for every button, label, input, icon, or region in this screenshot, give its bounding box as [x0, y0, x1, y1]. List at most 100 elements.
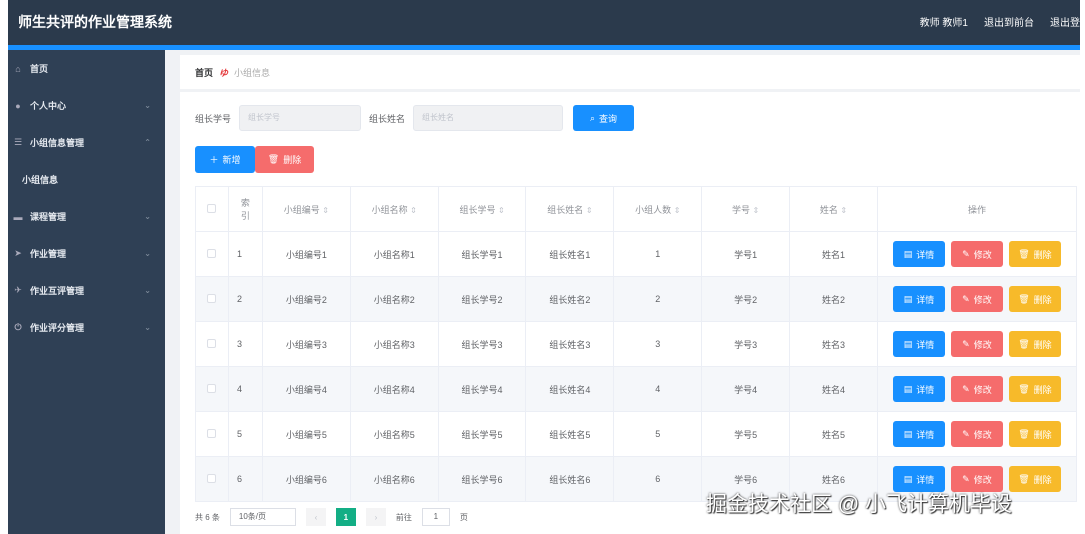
sidebar-item-4[interactable]: ▬ 课程管理 ⌄: [8, 198, 165, 235]
trash-icon: 🗑: [1018, 293, 1030, 304]
column-header[interactable]: 学号 ⇕: [701, 186, 791, 232]
detail-button[interactable]: ▤ 详情: [892, 376, 945, 402]
sort-icon[interactable]: ⇕: [840, 206, 847, 215]
main-area: 首页 ゆ 小组信息 组长学号 组长学号 组长姓名 组长姓名 ⌕ 查询 ＋新增 🗑 删…: [165, 50, 1080, 534]
sidebar-item-2[interactable]: ☰ 小组信息管理 ⌃: [8, 124, 165, 161]
logout-link[interactable]: 退出登: [1050, 14, 1080, 29]
row-checkbox[interactable]: [195, 231, 229, 277]
table-cell: 6: [227, 456, 263, 502]
delete-button[interactable]: 🗑 删除: [1008, 286, 1061, 312]
table-cell: 小组编号3: [261, 321, 351, 367]
row-checkbox[interactable]: [195, 276, 229, 322]
page-size-select[interactable]: 10条/页: [229, 508, 296, 526]
sidebar-item-1[interactable]: ● 个人中心 ⌄: [8, 87, 165, 124]
column-header[interactable]: 组长学号 ⇕: [437, 186, 527, 232]
column-header[interactable]: 小组编号 ⇕: [261, 186, 351, 232]
sort-icon[interactable]: ⇕: [322, 206, 329, 215]
column-header[interactable]: 组长姓名 ⇕: [525, 186, 615, 232]
column-header: 索引: [227, 186, 263, 232]
sort-icon[interactable]: ⇕: [410, 206, 417, 215]
sidebar: ⌂ 首页 ● 个人中心 ⌄ ☰ 小组信息管理 ⌃ 小组信息 ▬ 课程管理 ⌄ ➤ 作业管理 ⌄ ✈ 作业互评管理…: [8, 50, 165, 534]
chevron-icon: ⌄: [144, 249, 151, 258]
list-icon: ☰: [13, 137, 23, 147]
table-cell: 姓名2: [789, 276, 878, 322]
row-checkbox[interactable]: [195, 321, 229, 367]
trash-icon: 🗑: [1018, 383, 1030, 394]
document-icon: ▤: [903, 428, 913, 439]
front-link[interactable]: 退出到前台: [984, 14, 1034, 29]
table-cell: 小组名称6: [349, 456, 439, 502]
next-page-button[interactable]: ›: [365, 508, 386, 526]
detail-button[interactable]: ▤ 详情: [892, 241, 945, 267]
table-cell: 1: [227, 231, 263, 277]
edit-button[interactable]: ✎ 修改: [950, 421, 1003, 447]
sort-icon[interactable]: ⇕: [586, 206, 593, 215]
send-icon: ➤: [14, 248, 22, 258]
sort-icon[interactable]: ⇕: [498, 206, 505, 215]
leader-name-input[interactable]: 组长姓名: [413, 105, 564, 131]
delete-button[interactable]: 🗑 删除: [1008, 466, 1061, 492]
table-cell: 5: [227, 411, 263, 457]
search-button[interactable]: ⌕ 查询: [573, 105, 635, 131]
detail-button[interactable]: ▤ 详情: [892, 286, 945, 312]
prev-page-button[interactable]: ‹: [305, 508, 326, 526]
edit-button[interactable]: ✎ 修改: [950, 376, 1003, 402]
page-1-button[interactable]: 1: [335, 508, 356, 526]
table-cell: 3: [227, 321, 263, 367]
delete-button[interactable]: 🗑 删除: [1008, 376, 1061, 402]
sidebar-item-label: 作业评分管理: [30, 323, 85, 333]
edit-icon: ✎: [962, 473, 970, 484]
add-button[interactable]: ＋新增: [195, 146, 255, 173]
watermark: 掘金技术社区 @ 小飞计算机毕设: [706, 493, 1012, 516]
edit-button[interactable]: ✎ 修改: [950, 331, 1003, 357]
batch-delete-button[interactable]: 🗑 删除: [255, 146, 314, 173]
sort-icon[interactable]: ⇕: [674, 206, 681, 215]
detail-button[interactable]: ▤ 详情: [892, 331, 945, 357]
delete-button[interactable]: 🗑 删除: [1008, 331, 1061, 357]
edit-icon: ✎: [962, 338, 970, 349]
document-icon: ▤: [903, 338, 913, 349]
table-cell: 小组名称1: [349, 231, 439, 277]
column-header[interactable]: 小组名称 ⇕: [349, 186, 439, 232]
trash-icon: 🗑: [1018, 428, 1030, 439]
breadcrumb-separator-icon: ゆ: [219, 67, 229, 78]
table-row: 3 小组编号3 小组名称3 组长学号3 组长姓名3 3 学号3 姓名3 ▤ 详情 ✎ 修改 🗑 删除: [195, 321, 1078, 367]
table-row: 2 小组编号2 小组名称2 组长学号2 组长姓名2 2 学号2 姓名2 ▤ 详情 ✎ 修改 🗑 删除: [195, 276, 1078, 322]
sidebar-item-5[interactable]: ➤ 作业管理 ⌄: [8, 235, 165, 272]
breadcrumb-home[interactable]: 首页: [195, 66, 213, 79]
chevron-icon: ⌄: [144, 286, 151, 295]
table-cell: 学号1: [701, 231, 791, 277]
edit-button[interactable]: ✎ 修改: [950, 241, 1003, 267]
table-cell: 小组名称2: [349, 276, 439, 322]
table-cell: 组长学号5: [437, 411, 527, 457]
sidebar-item-3[interactable]: 小组信息: [8, 161, 165, 198]
leader-id-input[interactable]: 组长学号: [239, 105, 362, 131]
table-cell: 学号5: [701, 411, 791, 457]
row-checkbox[interactable]: [195, 411, 229, 457]
leader-id-label: 组长学号: [195, 113, 232, 124]
delete-button[interactable]: 🗑 删除: [1008, 241, 1061, 267]
sidebar-item-0[interactable]: ⌂ 首页: [8, 50, 165, 87]
trash-icon: 🗑: [1018, 338, 1030, 349]
goto-input[interactable]: 1: [421, 508, 450, 526]
row-checkbox[interactable]: [195, 456, 229, 502]
row-checkbox[interactable]: [195, 366, 229, 412]
column-header[interactable]: 姓名 ⇕: [789, 186, 878, 232]
breadcrumb: 首页 ゆ 小组信息: [180, 55, 1080, 89]
page-unit: 页: [459, 512, 468, 522]
table-cell: 6: [613, 456, 703, 502]
delete-button[interactable]: 🗑 删除: [1008, 421, 1061, 447]
table-cell: 姓名4: [789, 366, 878, 412]
edit-button[interactable]: ✎ 修改: [950, 286, 1003, 312]
select-all-checkbox[interactable]: [195, 186, 229, 232]
column-header[interactable]: 小组人数 ⇕: [613, 186, 703, 232]
edit-icon: ✎: [962, 383, 970, 394]
table-cell: 组长姓名2: [525, 276, 615, 322]
search-form: 组长学号 组长学号 组长姓名 组长姓名 ⌕ 查询: [195, 105, 635, 131]
leader-name-label: 组长姓名: [369, 113, 406, 124]
user-icon: ●: [15, 100, 21, 111]
detail-button[interactable]: ▤ 详情: [892, 421, 945, 447]
sidebar-item-6[interactable]: ✈ 作业互评管理 ⌄: [8, 272, 165, 309]
sidebar-item-7[interactable]: ⏻ 作业评分管理 ⌄: [8, 309, 165, 346]
sort-icon[interactable]: ⇕: [753, 206, 760, 215]
